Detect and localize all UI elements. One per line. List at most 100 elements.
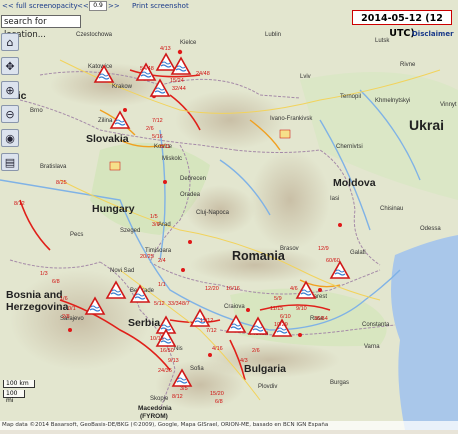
map-canvas[interactable]: Ukrai Moldova Slovakia Hungary Romania B… [0,0,458,430]
marker-label: 2/8 [62,314,70,320]
disclaimer-link[interactable]: Disclaimer [412,30,454,38]
scale-mi: 100 mi [3,390,25,404]
marker-label: 6/10 [280,314,291,320]
marker-label: 15/20 [210,391,224,397]
marker-label: 1/3 [40,271,48,277]
city-label: Lutsk [375,38,390,44]
city-label: Miskolc [162,156,182,162]
opacity-input[interactable]: 0.9 [89,1,107,11]
station-badge [109,161,121,171]
full-screen-link[interactable]: << full screen [2,2,52,10]
city-label: Pecs [70,232,83,238]
opacity-label: opacity [52,2,78,10]
city-label: Brno [30,108,43,114]
marker-label: 3/6 [152,222,160,228]
marker-label: 60/60 [326,258,340,264]
city-label: Szeged [120,228,140,234]
zoom-out-button[interactable]: ⊖ [1,105,19,123]
marker-label: 15/24 [170,78,184,84]
country-label: Serbia [128,317,160,329]
marker-label: 3/5 [180,386,188,392]
carpathian-south [250,150,330,250]
city-label: Katowice [88,64,113,70]
marker-label: 5/12 [154,301,165,307]
station-badge [279,129,291,139]
marker-label: 20/25 [140,254,154,260]
pan-button[interactable]: ✥ [1,57,19,75]
marker-label: 4/6 [290,286,298,292]
country-label: Moldova [333,177,376,189]
map-toolbar: ⌂ ✥ ⊕ ⊖ ◉ ▤ [1,33,21,177]
marker-label: 12/9 [318,246,329,252]
city-label: Brasov [280,246,299,252]
marker-label: 36/64 [314,316,328,322]
marker-label: 11/12 [200,318,213,324]
country-label: Ukrai [409,117,444,133]
location-search-input[interactable]: search for location... [1,15,81,40]
home-icon: ⌂ [6,35,14,49]
city-label: Chernivtsi [336,144,363,150]
scale-bar: 100 km 100 mi [3,380,35,404]
country-label: Bosnia and [6,289,63,301]
marker-label: 5/16 [152,134,163,140]
city-label: Galati [350,250,366,256]
city-label: Odessa [420,226,441,232]
marker-label: 16/16 [226,286,240,292]
print-screenshot-link[interactable]: Print screenshot [132,2,189,10]
marker-label: 9/10 [296,306,307,312]
city-label: Chisinau [380,206,403,212]
country-label: Romania [232,249,286,263]
opacity-decrease-button[interactable]: << [77,2,89,10]
marker-label: 2/6 [252,348,260,354]
city-label: Kielce [180,40,197,46]
marker-label: 9/13 [168,358,179,364]
marker-label: 0/1 [68,306,76,312]
marker-label: 6/8 [52,279,60,285]
marker-label: 8/7 [182,301,190,307]
country-label: Hungary [92,203,135,215]
marker-label: 1/5 [150,214,158,220]
marker-label: 1/6 [60,296,68,302]
marker-label: 1/1 [158,282,166,288]
magnifier-plus-icon: ⊕ [5,83,15,97]
city-label: Krakow [112,84,133,90]
marker-label: 32/44 [172,86,186,92]
marker-label: 24/36 [158,368,172,374]
marker-label: 4/3 [240,358,248,364]
marker-label: 2/6 [146,126,154,132]
opacity-increase-button[interactable]: >> [108,2,120,10]
city-label: Burgas [330,380,349,386]
carpathian-east [175,90,285,150]
city-label: Oradea [180,192,201,198]
map-attribution: Map data ©2014 Basarsoft, GeoBasis-DE/BK… [0,421,458,430]
zoom-in-button[interactable]: ⊕ [1,81,19,99]
station-dot [246,308,250,312]
city-label: Rivne [400,62,416,68]
marker-label: 8/25 [56,180,67,186]
city-label: Varna [364,344,380,350]
country-label: Slovakia [86,133,129,145]
city-label: Constanta [362,322,390,328]
station-dot [163,180,167,184]
marker-label: 8/12 [14,201,25,207]
station-dot [123,108,127,112]
city-label: Novi Sad [110,268,134,274]
marker-label: 24/48 [196,71,210,77]
black-sea [391,235,458,430]
country-label: Herzegovina [6,301,69,313]
city-label: Plovdiv [258,384,277,390]
city-label: Cluj-Napoca [196,210,230,216]
city-label: Czestochowa [76,32,113,38]
info-button[interactable]: ◉ [1,129,19,147]
marker-label: 10/15 [150,336,164,342]
station-dot [318,288,322,292]
marker-label: 4/16 [212,346,223,352]
print-button[interactable]: ▤ [1,153,19,171]
marker-label: 12/20 [205,286,219,292]
marker-label: 11/15 [270,306,283,312]
city-label: Lviv [300,74,311,80]
city-label: Debrecen [180,176,206,182]
home-button[interactable]: ⌂ [1,33,19,51]
station-dot [68,328,72,332]
marker-label: 7/12 [206,328,217,334]
